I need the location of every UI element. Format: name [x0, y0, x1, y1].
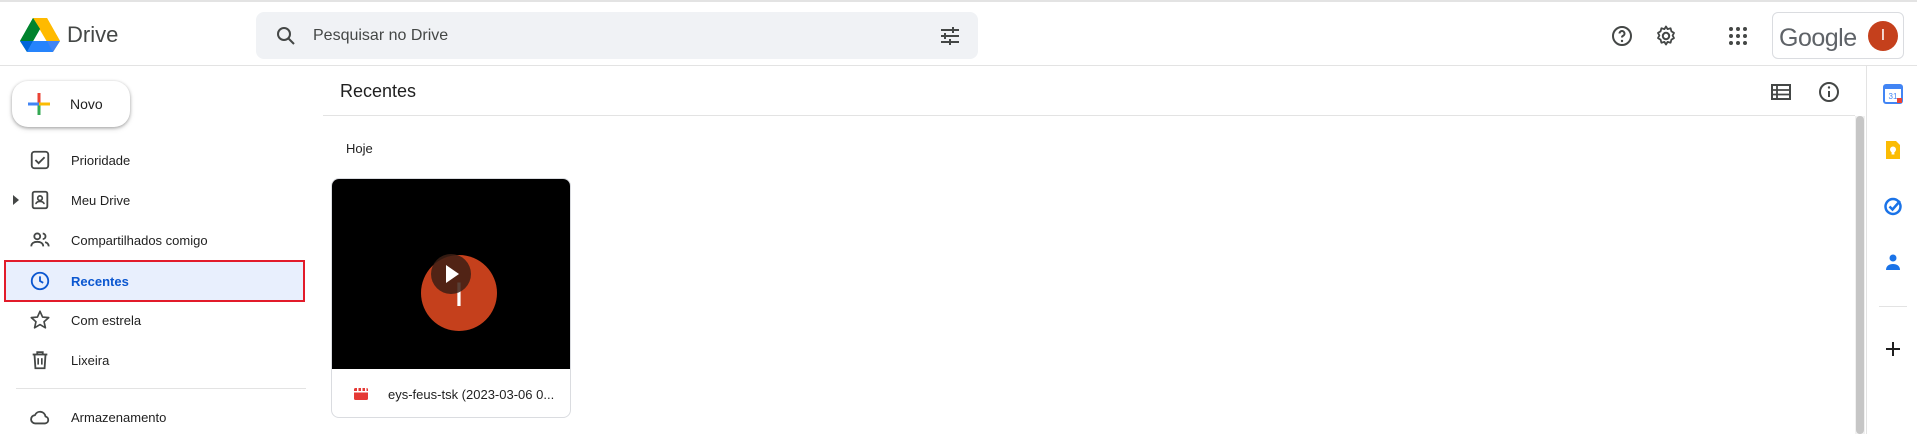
video-file-icon — [354, 388, 368, 400]
file-card[interactable]: I eys-feus-tsk (2023-03-06 0... — [331, 178, 571, 418]
sidebar-item-label: Meu Drive — [71, 193, 131, 208]
app-name[interactable]: Drive — [67, 22, 118, 48]
sidebar-item-recent[interactable]: Recentes — [4, 260, 305, 302]
sidebar-item-my-drive[interactable]: Meu Drive — [4, 182, 304, 218]
calendar-day: 31 — [1889, 92, 1898, 101]
clock-icon — [30, 271, 50, 291]
sidebar-item-shared[interactable]: Compartilhados comigo — [4, 222, 304, 258]
people-icon — [30, 232, 50, 247]
sidebar-item-label: Lixeira — [71, 353, 110, 368]
drive-logo-icon[interactable] — [20, 18, 60, 52]
add-icon[interactable] — [1883, 339, 1903, 359]
sidebar-item-priority[interactable]: Prioridade — [4, 142, 304, 178]
sidebar-item-trash[interactable]: Lixeira — [4, 342, 304, 378]
play-icon[interactable] — [431, 254, 471, 294]
side-panel-rail: 31 — [1866, 66, 1917, 434]
page-title: Recentes — [340, 81, 417, 101]
google-brand: Google — [1779, 24, 1857, 52]
new-button-label: Novo — [70, 96, 103, 112]
sidebar-item-starred[interactable]: Com estrela — [4, 302, 304, 338]
check-square-icon — [30, 150, 50, 170]
settings-gear-icon[interactable] — [1654, 24, 1678, 48]
avatar[interactable]: I — [1868, 21, 1898, 51]
account-button[interactable]: Google I — [1772, 12, 1904, 59]
sidebar-divider — [16, 388, 306, 389]
sidebar-item-label: Compartilhados comigo — [71, 233, 208, 248]
help-icon[interactable] — [1610, 24, 1634, 48]
top-bar: Drive Pesquisar no Drive Google I — [0, 0, 1917, 66]
new-button[interactable]: Novo — [12, 81, 130, 127]
cloud-icon — [30, 410, 50, 425]
keep-icon[interactable] — [1883, 140, 1903, 160]
file-thumbnail[interactable]: I — [332, 179, 570, 369]
scrollbar-thumb[interactable] — [1856, 116, 1864, 434]
sidebar-item-label: Armazenamento — [71, 410, 167, 425]
sidebar-item-label: Com estrela — [71, 313, 142, 328]
calendar-icon[interactable]: 31 — [1883, 84, 1903, 104]
apps-grid-icon[interactable] — [1726, 24, 1750, 48]
list-view-icon[interactable] — [1769, 80, 1793, 104]
my-drive-icon — [31, 190, 49, 210]
search-bar[interactable]: Pesquisar no Drive — [256, 12, 978, 59]
info-icon[interactable] — [1817, 80, 1841, 104]
file-name[interactable]: eys-feus-tsk (2023-03-06 0... — [388, 387, 564, 402]
contacts-icon[interactable] — [1883, 252, 1903, 272]
plus-icon — [28, 93, 50, 115]
rail-divider — [1879, 306, 1907, 307]
search-options-icon[interactable] — [938, 24, 962, 48]
content-divider — [323, 115, 1855, 116]
sidebar-item-storage[interactable]: Armazenamento — [4, 399, 304, 434]
search-input[interactable]: Pesquisar no Drive — [313, 27, 448, 45]
search-icon[interactable] — [274, 24, 298, 48]
trash-icon — [32, 351, 48, 370]
star-icon — [30, 310, 50, 329]
sidebar-item-label: Recentes — [71, 274, 129, 289]
section-heading: Hoje — [346, 141, 373, 156]
expand-caret-icon[interactable] — [11, 194, 21, 206]
tasks-icon[interactable] — [1883, 196, 1903, 216]
sidebar-item-label: Prioridade — [71, 153, 131, 168]
